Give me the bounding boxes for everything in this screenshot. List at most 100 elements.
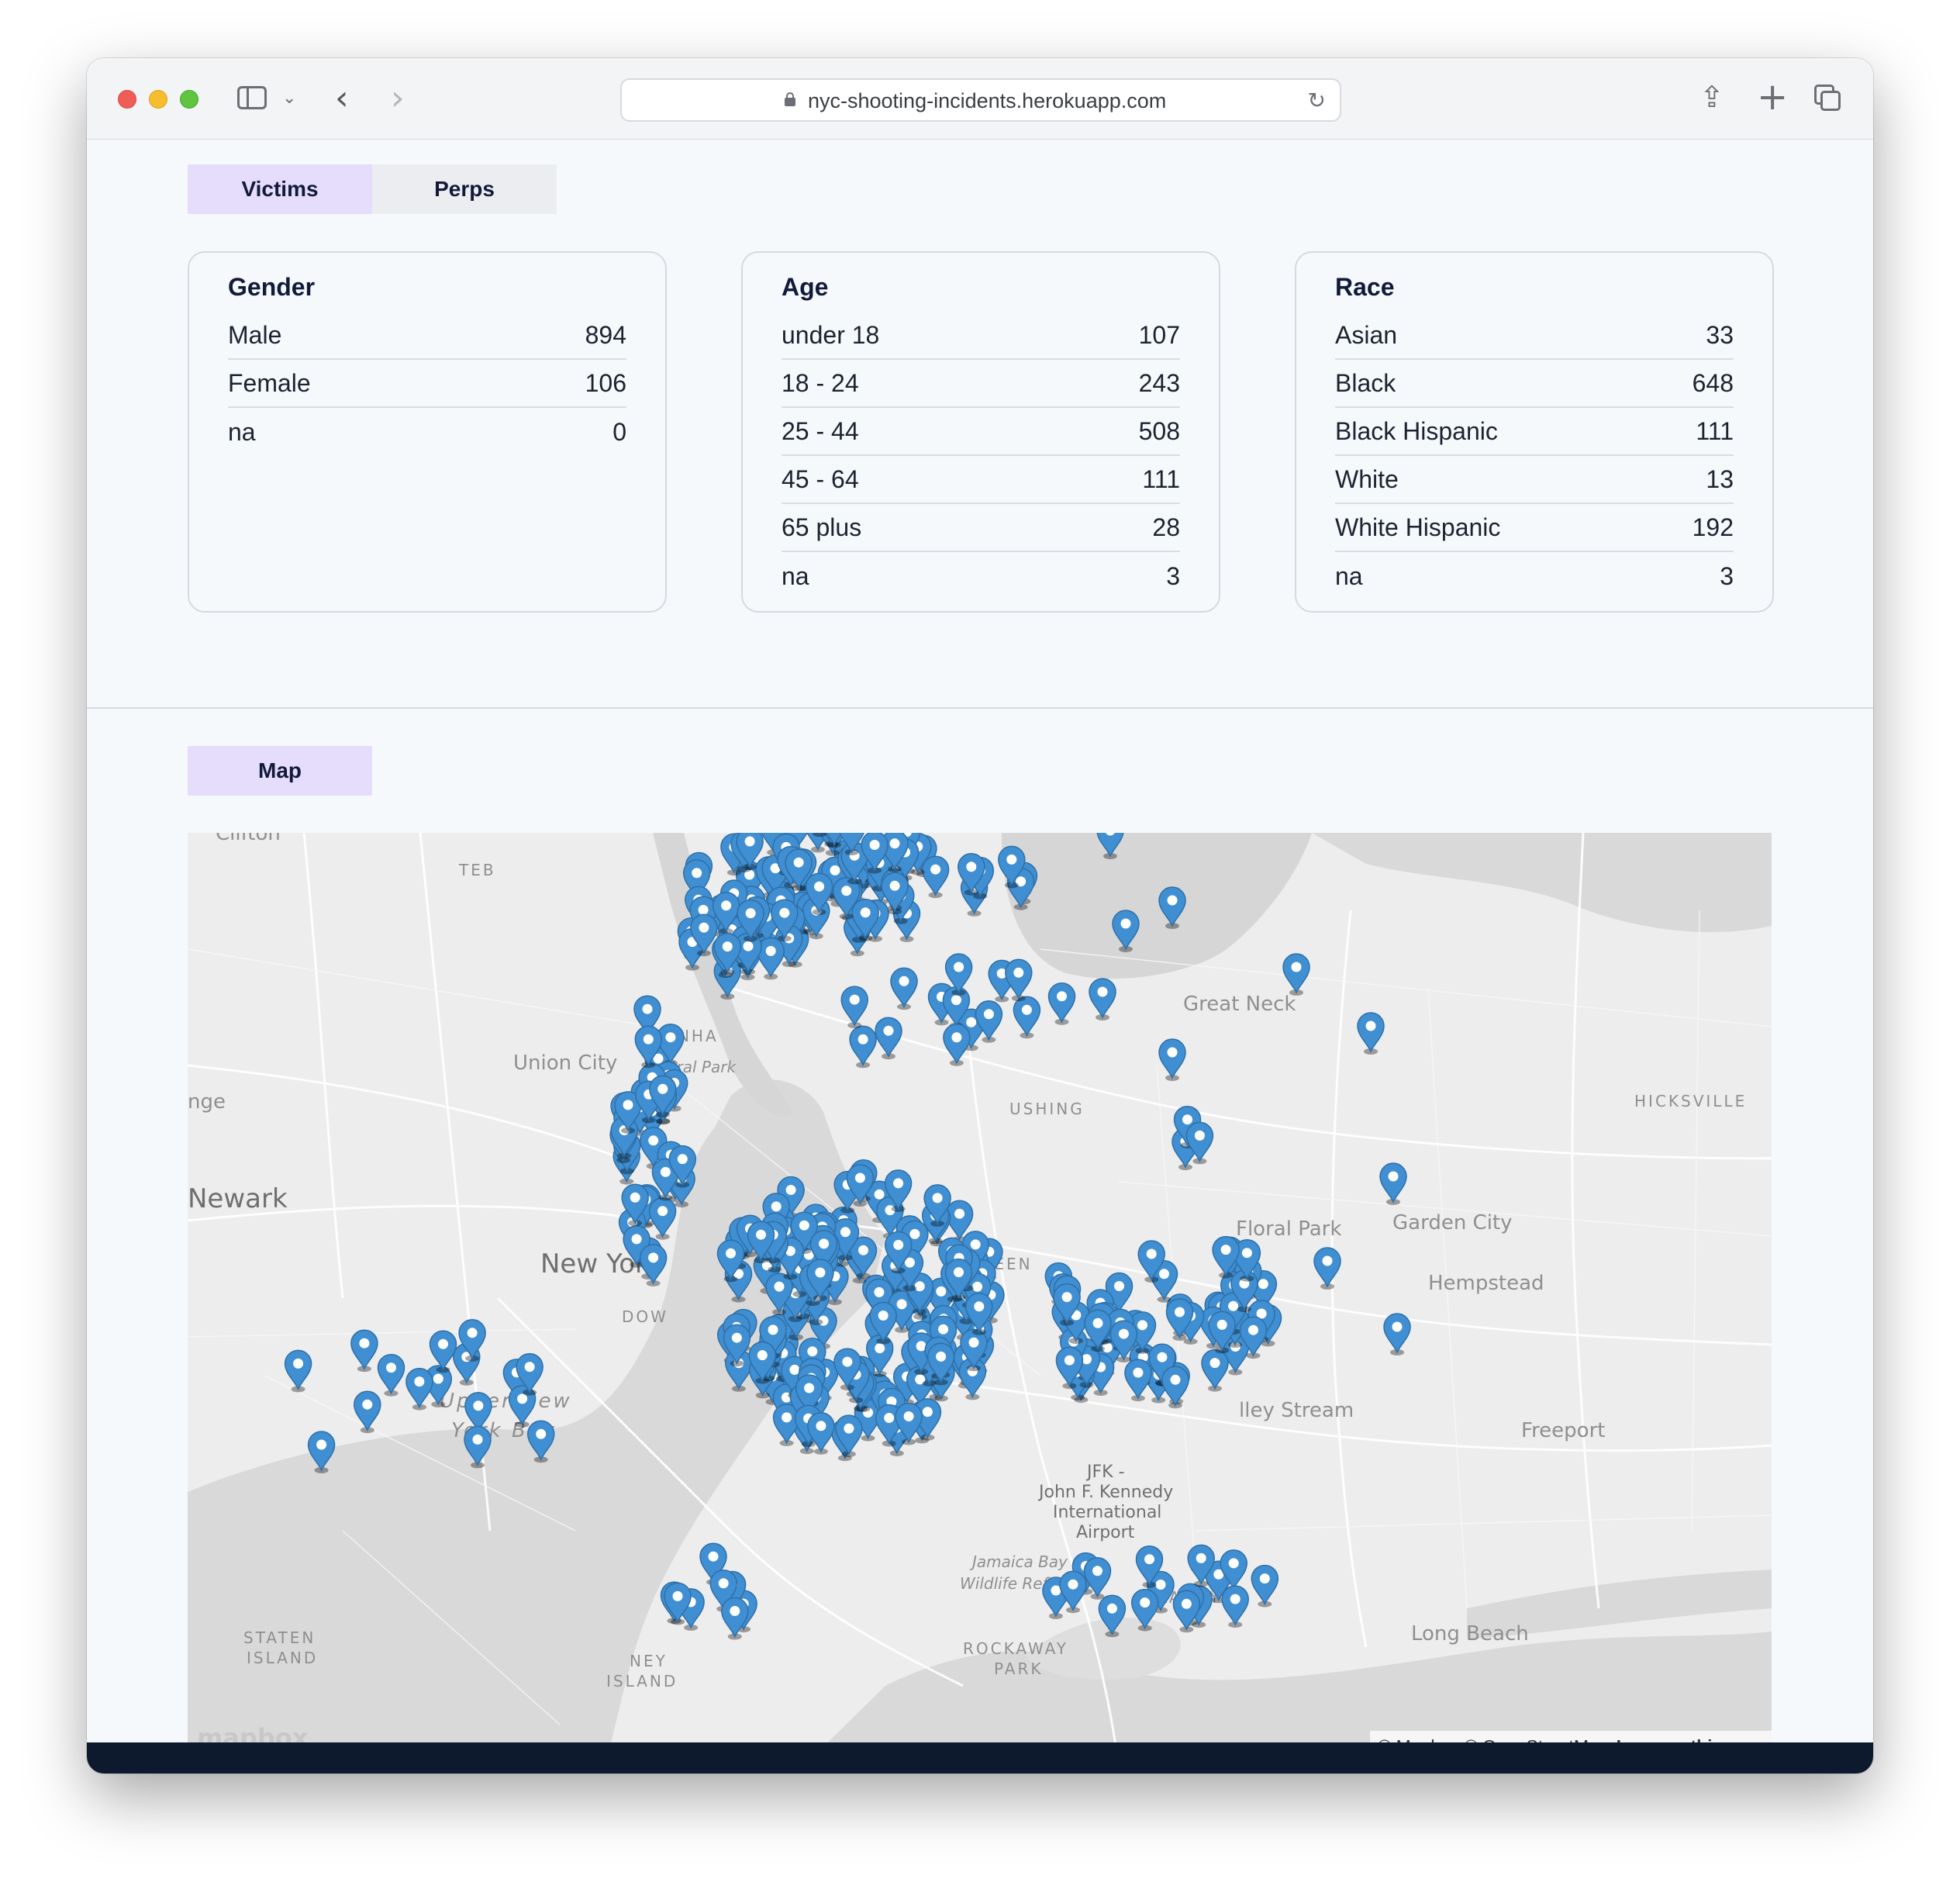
back-arrow-icon[interactable]: ‹ xyxy=(335,78,349,118)
incident-marker-pin[interactable] xyxy=(921,855,950,899)
incident-marker-pin[interactable] xyxy=(1379,1162,1407,1205)
incident-marker-pin[interactable] xyxy=(840,986,868,1029)
row-label: na xyxy=(1335,561,1363,590)
incident-marker-pin[interactable] xyxy=(849,1025,877,1069)
close-window-button[interactable] xyxy=(118,90,136,109)
forward-arrow-icon[interactable]: › xyxy=(391,78,405,118)
share-icon[interactable]: ⇪ xyxy=(1699,80,1724,114)
url-text: nyc-shooting-incidents.herokuapp.com xyxy=(808,89,1167,112)
new-tab-icon[interactable]: + xyxy=(1757,75,1788,119)
row-value: 106 xyxy=(585,368,626,397)
row-label: 18 - 24 xyxy=(782,368,859,397)
row-label: Female xyxy=(228,368,311,397)
incident-map[interactable]: Clifton TEB Union City MANHA ntral Park … xyxy=(188,833,1772,1762)
browser-toolbar: ⌄ ‹ › nyc-shooting-incidents.herokuapp.c… xyxy=(87,58,1873,140)
tab-overview-icon[interactable] xyxy=(1814,85,1841,111)
incident-marker-pin[interactable] xyxy=(890,967,918,1010)
incident-marker-pin[interactable] xyxy=(1047,982,1076,1025)
incident-marker-pin[interactable] xyxy=(943,1024,971,1066)
address-bar[interactable]: nyc-shooting-incidents.herokuapp.com ↻ xyxy=(620,78,1341,122)
row-value: 111 xyxy=(1696,416,1734,445)
incident-marker-pin[interactable] xyxy=(835,1414,863,1458)
incident-marker-pin[interactable] xyxy=(1282,953,1310,996)
victims-perps-toggle: Victims Perps xyxy=(188,164,557,214)
row-value: 894 xyxy=(585,320,626,349)
row-value: 648 xyxy=(1692,368,1734,397)
incident-markers xyxy=(284,833,1411,1640)
incident-marker-pin[interactable] xyxy=(1096,833,1124,859)
row-value: 192 xyxy=(1692,513,1734,541)
incident-marker-pin[interactable] xyxy=(1098,1594,1127,1638)
incident-marker-pin[interactable] xyxy=(526,1420,555,1463)
incident-marker-pin[interactable] xyxy=(350,1329,378,1373)
incident-marker-pin[interactable] xyxy=(1251,1564,1279,1608)
incident-marker-pin[interactable] xyxy=(1158,1038,1186,1081)
row-value: 28 xyxy=(1152,513,1180,541)
reload-icon[interactable]: ↻ xyxy=(1308,88,1326,113)
tab-victims[interactable]: Victims xyxy=(188,164,372,214)
incident-marker-pin[interactable] xyxy=(648,1197,677,1240)
incident-marker-pin[interactable] xyxy=(721,1597,749,1640)
incident-marker-pin[interactable] xyxy=(1221,1585,1249,1628)
row-value: 13 xyxy=(1706,464,1734,493)
incident-marker-pin[interactable] xyxy=(875,1017,902,1060)
incident-marker-pin[interactable] xyxy=(284,1349,312,1393)
incident-marker-pin[interactable] xyxy=(1124,1359,1152,1402)
row-label: 65 plus xyxy=(782,513,862,541)
incident-marker-pin[interactable] xyxy=(639,1244,668,1286)
row-value: 33 xyxy=(1706,320,1734,349)
row-label: Male xyxy=(228,320,282,349)
incident-marker-pin[interactable] xyxy=(464,1425,492,1469)
table-row: na 3 xyxy=(782,552,1180,600)
page-footer xyxy=(87,1742,1873,1773)
row-label: 45 - 64 xyxy=(782,464,859,493)
row-value: 111 xyxy=(1142,464,1180,493)
table-row: Black 648 xyxy=(1335,360,1734,408)
incident-marker-pin[interactable] xyxy=(1201,1349,1229,1392)
row-label: Black Hispanic xyxy=(1335,416,1498,445)
race-card: Race Asian 33 Black 648 Black Hispanic 111 … xyxy=(1295,251,1774,613)
table-row: Asian 33 xyxy=(1335,312,1734,360)
incident-marker-pin[interactable] xyxy=(307,1431,336,1473)
incident-marker-pin[interactable] xyxy=(1130,1588,1159,1632)
chevron-down-icon[interactable]: ⌄ xyxy=(282,88,296,108)
table-row: na 3 xyxy=(1335,552,1734,600)
incident-marker-pin[interactable] xyxy=(405,1367,433,1411)
table-row: Male 894 xyxy=(228,312,626,360)
row-label: na xyxy=(228,417,256,446)
incident-marker-pin[interactable] xyxy=(1089,978,1116,1020)
row-label: under 18 xyxy=(782,320,880,349)
incident-marker-pin[interactable] xyxy=(377,1353,405,1397)
table-row: 25 - 44 508 xyxy=(782,408,1180,456)
row-label: Black xyxy=(1335,368,1396,397)
table-row: Black Hispanic 111 xyxy=(1335,408,1734,456)
sidebar-toggle-icon[interactable] xyxy=(237,86,267,109)
incident-marker-pin[interactable] xyxy=(1357,1012,1385,1055)
row-value: 0 xyxy=(612,417,626,446)
age-card: Age under 18 107 18 - 24 243 25 - 44 508 45… xyxy=(741,251,1220,613)
incident-marker-pin[interactable] xyxy=(807,1412,835,1455)
incident-marker-pin[interactable] xyxy=(1112,910,1140,952)
incident-marker-pin[interactable] xyxy=(354,1390,381,1434)
incident-marker-pin[interactable] xyxy=(1005,958,1033,1002)
incident-marker-pin[interactable] xyxy=(1313,1247,1341,1290)
row-label: na xyxy=(782,561,809,590)
gender-title: Gender xyxy=(228,273,316,301)
zoom-window-button[interactable] xyxy=(180,90,198,109)
incident-marker-pin[interactable] xyxy=(1158,886,1186,929)
lock-icon xyxy=(785,92,795,106)
incident-marker-pin[interactable] xyxy=(1161,1366,1189,1409)
incident-marker-pin[interactable] xyxy=(1013,996,1041,1039)
row-label: White Hispanic xyxy=(1335,513,1501,541)
row-label: 25 - 44 xyxy=(782,416,859,445)
table-row: 45 - 64 111 xyxy=(782,456,1180,504)
incident-marker-pin[interactable] xyxy=(975,1000,1003,1043)
incident-marker-pin[interactable] xyxy=(1383,1313,1411,1355)
table-row: na 0 xyxy=(228,408,626,456)
tab-map[interactable]: Map xyxy=(188,746,372,796)
row-label: White xyxy=(1335,464,1399,493)
incident-marker-pin[interactable] xyxy=(1059,1570,1087,1614)
tab-perps[interactable]: Perps xyxy=(372,164,557,214)
minimize-window-button[interactable] xyxy=(149,90,167,109)
row-value: 243 xyxy=(1138,368,1180,397)
